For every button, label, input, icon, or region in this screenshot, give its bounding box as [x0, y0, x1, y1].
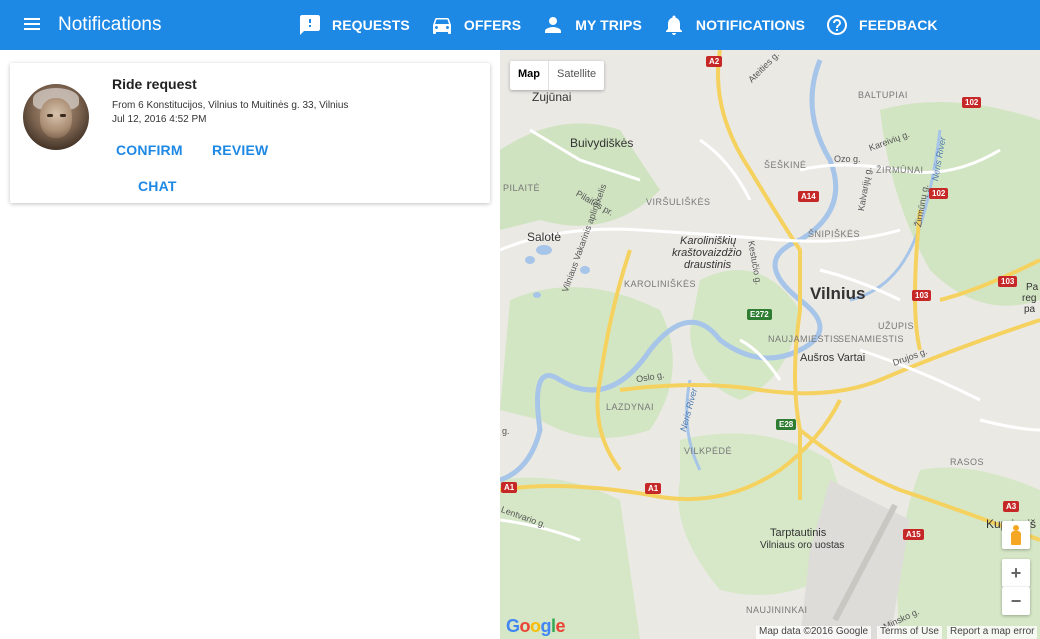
notification-route: From 6 Konstitucijos, Vilnius to Muitinė…: [112, 100, 349, 111]
map-label: ŽIRMŪNAI: [876, 165, 924, 175]
map-label: pa: [1024, 304, 1036, 315]
car-icon: [432, 18, 451, 34]
map-label: Ozo g.: [834, 154, 861, 164]
map[interactable]: Map Satellite Zujūnai Buivydiškės PILAIT…: [500, 50, 1040, 639]
nav-feedback[interactable]: FEEDBACK: [823, 0, 956, 50]
top-nav: REQUESTS OFFERS MY TRIPS NOTIFICATIONS F…: [296, 0, 956, 50]
street-view-pegman-icon[interactable]: [1002, 521, 1030, 549]
map-label: SENAMIESTIS: [838, 334, 905, 344]
road-shield: 102: [929, 188, 949, 199]
avatar: [23, 84, 89, 150]
map-label: g.: [502, 426, 510, 436]
map-label: Karoliniškių: [680, 235, 737, 247]
nav-my-trips[interactable]: MY TRIPS: [539, 0, 660, 50]
nav-requests-label: REQUESTS: [332, 17, 410, 33]
zoom-out-button[interactable]: −: [1002, 587, 1030, 615]
help-circle-icon: [827, 15, 848, 35]
map-label: BALTUPIAI: [858, 90, 908, 100]
road-shield: A1: [501, 482, 518, 493]
notification-date: Jul 12, 2016 4:52 PM: [112, 114, 207, 125]
map-label: Vilniaus oro uostas: [760, 540, 845, 551]
map-label: VILKPĖDĖ: [684, 446, 733, 456]
map-label: PILAITĖ: [503, 183, 541, 193]
road-shield: A15: [903, 529, 924, 540]
map-label: Zujūnai: [532, 90, 572, 104]
map-label: Vilnius: [810, 284, 866, 303]
map-type-map-button[interactable]: Map: [510, 61, 548, 90]
road-shield: A3: [1003, 501, 1020, 512]
report-map-error-link[interactable]: Report a map error: [947, 626, 1038, 639]
map-label: Salotė: [527, 230, 562, 244]
map-type-satellite-button[interactable]: Satellite: [548, 61, 604, 90]
bell-icon: [665, 15, 682, 35]
road-shield: E28: [776, 419, 797, 430]
map-label: ŠEŠKINĖ: [764, 160, 807, 170]
map-label: NAUJAMIESTIS: [768, 334, 840, 344]
road-shield: A14: [798, 191, 819, 202]
map-label: Pa: [1026, 282, 1039, 293]
map-label: VIRŠULIŠKĖS: [646, 197, 711, 207]
map-label: KAROLINIŠKĖS: [624, 279, 697, 289]
nav-notifications-label: NOTIFICATIONS: [695, 17, 806, 33]
map-label: NAUJININKAI: [746, 605, 808, 615]
map-label: ŠNIPIŠKĖS: [808, 229, 861, 239]
map-attribution: Map data ©2016 Google: [756, 626, 872, 639]
map-type-control: Map Satellite: [510, 61, 605, 90]
map-label: kraštovaizdžio: [672, 247, 742, 259]
nav-my-trips-label: MY TRIPS: [575, 17, 642, 33]
review-button[interactable]: REVIEW: [212, 142, 268, 158]
map-label: LAZDYNAI: [606, 402, 655, 412]
person-icon: [545, 17, 562, 33]
google-logo: Google: [506, 616, 566, 636]
page-title: Notifications: [58, 14, 162, 35]
nav-offers-label: OFFERS: [463, 17, 522, 33]
map-label: RASOS: [950, 457, 985, 467]
terms-link[interactable]: Terms of Use: [877, 626, 942, 639]
nav-notifications[interactable]: NOTIFICATIONS: [660, 0, 823, 50]
notification-list: Ride request From 6 Konstitucijos, Vilni…: [0, 50, 500, 639]
road-shield: 103: [912, 290, 932, 301]
confirm-button[interactable]: CONFIRM: [116, 142, 183, 158]
chat-button[interactable]: CHAT: [138, 178, 177, 194]
map-label: draustinis: [684, 259, 732, 271]
notification-title: Ride request: [112, 76, 197, 92]
app-bar: Notifications REQUESTS OFFERS MY TRIPS N…: [0, 0, 1040, 50]
zoom-in-button[interactable]: +: [1002, 559, 1030, 587]
map-label: Buivydiškės: [570, 136, 634, 150]
menu-icon[interactable]: [22, 15, 46, 35]
map-label: UŽUPIS: [878, 321, 915, 331]
nav-feedback-label: FEEDBACK: [859, 17, 938, 33]
road-shield: E272: [747, 309, 772, 320]
road-shield: A1: [645, 483, 662, 494]
map-label: Aušros Vartai: [800, 352, 866, 364]
map-label: Tarptautinis: [770, 527, 827, 539]
feedback-exclamation-icon: [300, 15, 320, 35]
nav-offers[interactable]: OFFERS: [428, 0, 539, 50]
map-label: reg: [1022, 293, 1037, 304]
nav-requests[interactable]: REQUESTS: [296, 0, 428, 50]
notification-card: Ride request From 6 Konstitucijos, Vilni…: [10, 63, 490, 203]
road-shield: A2: [706, 56, 723, 67]
road-shield: 103: [998, 276, 1018, 287]
road-shield: 102: [962, 97, 982, 108]
